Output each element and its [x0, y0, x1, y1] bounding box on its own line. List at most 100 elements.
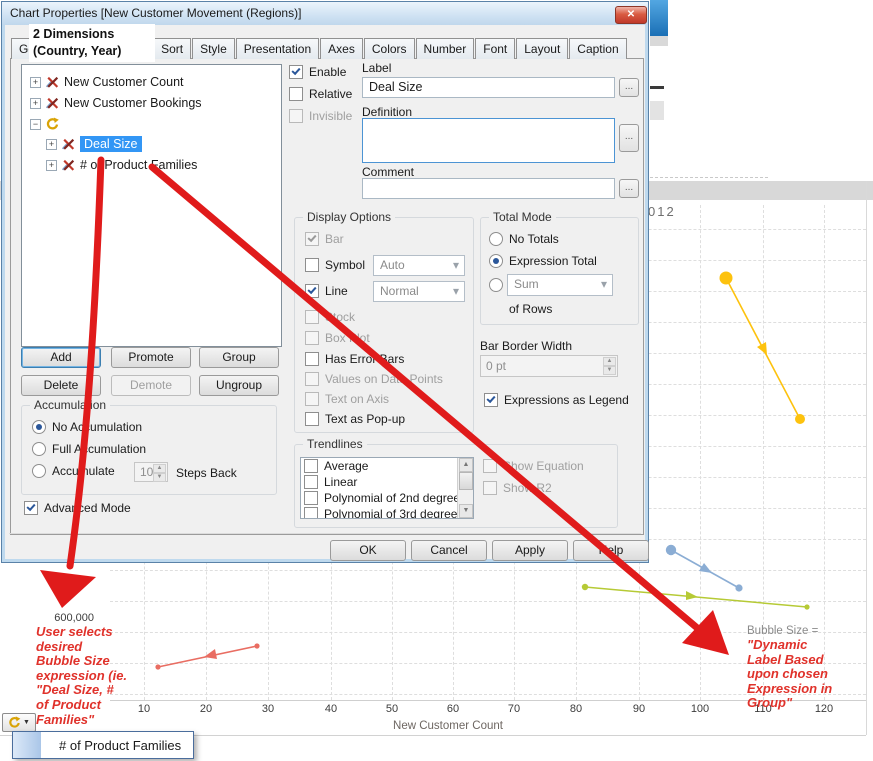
advanced-mode-checkbox[interactable]: Advanced Mode: [24, 501, 131, 515]
trendlines-scrollbar[interactable]: ▲ ▼: [457, 458, 473, 518]
enable-checkbox[interactable]: Enable: [289, 65, 346, 79]
comment-input[interactable]: [362, 178, 615, 199]
checkbox-icon[interactable]: [305, 372, 319, 386]
tree-row[interactable]: + New Customer Count: [30, 73, 184, 91]
stock-checkbox[interactable]: Stock: [305, 310, 355, 324]
definition-textarea[interactable]: [362, 118, 615, 163]
menu-item[interactable]: # of Product Families: [41, 738, 181, 753]
checkbox-icon[interactable]: [304, 475, 318, 489]
box-plot-checkbox[interactable]: Box Plot: [305, 331, 370, 345]
sum-combo[interactable]: Sum: [507, 274, 613, 296]
expand-icon[interactable]: +: [46, 159, 57, 171]
line-checkbox[interactable]: Line: [305, 284, 348, 298]
scroll-thumb[interactable]: [459, 472, 473, 490]
tab-layout[interactable]: Layout: [516, 38, 569, 59]
tab-presentation[interactable]: Presentation: [235, 38, 320, 59]
tab-style[interactable]: Style: [192, 38, 235, 59]
scroll-up-icon[interactable]: ▲: [459, 458, 473, 472]
trendline-item[interactable]: Average: [301, 458, 473, 474]
radio-icon[interactable]: [32, 464, 46, 478]
expression-total-radio[interactable]: Expression Total: [489, 254, 597, 268]
collapse-icon[interactable]: −: [30, 118, 41, 130]
invisible-checkbox[interactable]: Invisible: [289, 109, 352, 123]
radio-icon[interactable]: [32, 420, 46, 434]
demote-button[interactable]: Demote: [111, 375, 191, 396]
group-button[interactable]: Group: [199, 347, 279, 368]
checkbox-icon[interactable]: [305, 258, 319, 272]
checkbox-icon[interactable]: [289, 65, 303, 79]
checkbox-icon[interactable]: [304, 491, 318, 505]
no-accumulation-radio[interactable]: No Accumulation: [32, 420, 142, 434]
apply-button[interactable]: Apply: [492, 540, 568, 561]
checkbox-icon[interactable]: [305, 232, 319, 246]
checkbox-icon[interactable]: [289, 87, 303, 101]
accumulate-radio[interactable]: Accumulate: [32, 464, 115, 478]
bar-checkbox[interactable]: Bar: [305, 232, 344, 246]
tab-font[interactable]: Font: [475, 38, 516, 59]
radio-icon[interactable]: [489, 278, 503, 292]
symbol-checkbox[interactable]: Symbol: [305, 258, 365, 272]
has-error-bars-checkbox[interactable]: Has Error Bars: [305, 352, 404, 366]
text-on-axis-checkbox[interactable]: Text on Axis: [305, 392, 389, 406]
tab-axes[interactable]: Axes: [320, 38, 363, 59]
definition-ellipsis-button[interactable]: ...: [619, 124, 639, 152]
show-r2-checkbox[interactable]: Show R2: [483, 481, 552, 495]
checkbox-icon[interactable]: [484, 393, 498, 407]
trendlines-list[interactable]: Average Linear Polynomial of 2nd degree …: [300, 457, 474, 519]
help-button[interactable]: Help: [573, 540, 649, 561]
ungroup-button[interactable]: Ungroup: [199, 375, 279, 396]
expand-icon[interactable]: +: [30, 76, 41, 88]
text-as-popup-checkbox[interactable]: Text as Pop-up: [305, 412, 405, 426]
sum-of-rows-radio[interactable]: [489, 278, 509, 292]
expand-icon[interactable]: +: [30, 97, 41, 109]
checkbox-icon[interactable]: [305, 352, 319, 366]
checkbox-icon[interactable]: [304, 507, 318, 518]
expression-tree[interactable]: + New Customer Count + New Customer Book…: [21, 64, 282, 347]
dialog-titlebar[interactable]: Chart Properties [New Customer Movement …: [2, 2, 648, 25]
checkbox-icon[interactable]: [24, 501, 38, 515]
checkbox-icon[interactable]: [305, 284, 319, 298]
radio-icon[interactable]: [32, 442, 46, 456]
promote-button[interactable]: Promote: [111, 347, 191, 368]
add-button[interactable]: Add: [21, 347, 101, 368]
label-input[interactable]: Deal Size: [362, 77, 615, 98]
delete-button[interactable]: Delete: [21, 375, 101, 396]
checkbox-icon[interactable]: [305, 310, 319, 324]
checkbox-icon[interactable]: [304, 459, 318, 473]
tab-caption[interactable]: Caption: [569, 38, 627, 59]
trendline-item[interactable]: Polynomial of 3rd degree: [301, 506, 473, 518]
tree-row[interactable]: + # of Product Families: [46, 156, 197, 174]
label-ellipsis-button[interactable]: ...: [619, 78, 639, 97]
checkbox-icon[interactable]: [289, 109, 303, 123]
cycle-group-button[interactable]: ▼: [2, 713, 36, 732]
radio-icon[interactable]: [489, 232, 503, 246]
spinner-buttons[interactable]: ▲ ▼: [153, 464, 166, 482]
show-equation-checkbox[interactable]: Show Equation: [483, 459, 584, 473]
full-accumulation-radio[interactable]: Full Accumulation: [32, 442, 146, 456]
tab-sort[interactable]: Sort: [153, 38, 192, 59]
checkbox-icon[interactable]: [483, 459, 497, 473]
tree-row-selected[interactable]: + Deal Size: [46, 135, 142, 153]
bar-border-width-spinner[interactable]: 0 pt ▲ ▼: [480, 355, 618, 377]
checkbox-icon[interactable]: [483, 481, 497, 495]
comment-ellipsis-button[interactable]: ...: [619, 179, 639, 198]
checkbox-icon[interactable]: [305, 331, 319, 345]
symbol-combo[interactable]: Auto: [373, 255, 465, 276]
tab-colors[interactable]: Colors: [363, 38, 415, 59]
steps-back-spinner[interactable]: 10 ▲ ▼: [134, 462, 168, 482]
values-on-data-points-checkbox[interactable]: Values on Data Points: [305, 372, 443, 386]
checkbox-icon[interactable]: [305, 392, 319, 406]
tree-row[interactable]: + New Customer Bookings: [30, 94, 202, 112]
relative-checkbox[interactable]: Relative: [289, 87, 352, 101]
expand-icon[interactable]: +: [46, 138, 57, 150]
scroll-down-icon[interactable]: ▼: [459, 504, 473, 518]
ok-button[interactable]: OK: [330, 540, 406, 561]
no-totals-radio[interactable]: No Totals: [489, 232, 559, 246]
trendline-item[interactable]: Linear: [301, 474, 473, 490]
tree-row-group[interactable]: −: [30, 115, 64, 133]
radio-icon[interactable]: [489, 254, 503, 268]
group-selector-menu[interactable]: # of Product Families: [12, 731, 194, 759]
tab-number[interactable]: Number: [415, 38, 475, 59]
trendline-item[interactable]: Polynomial of 2nd degree: [301, 490, 473, 506]
checkbox-icon[interactable]: [305, 412, 319, 426]
